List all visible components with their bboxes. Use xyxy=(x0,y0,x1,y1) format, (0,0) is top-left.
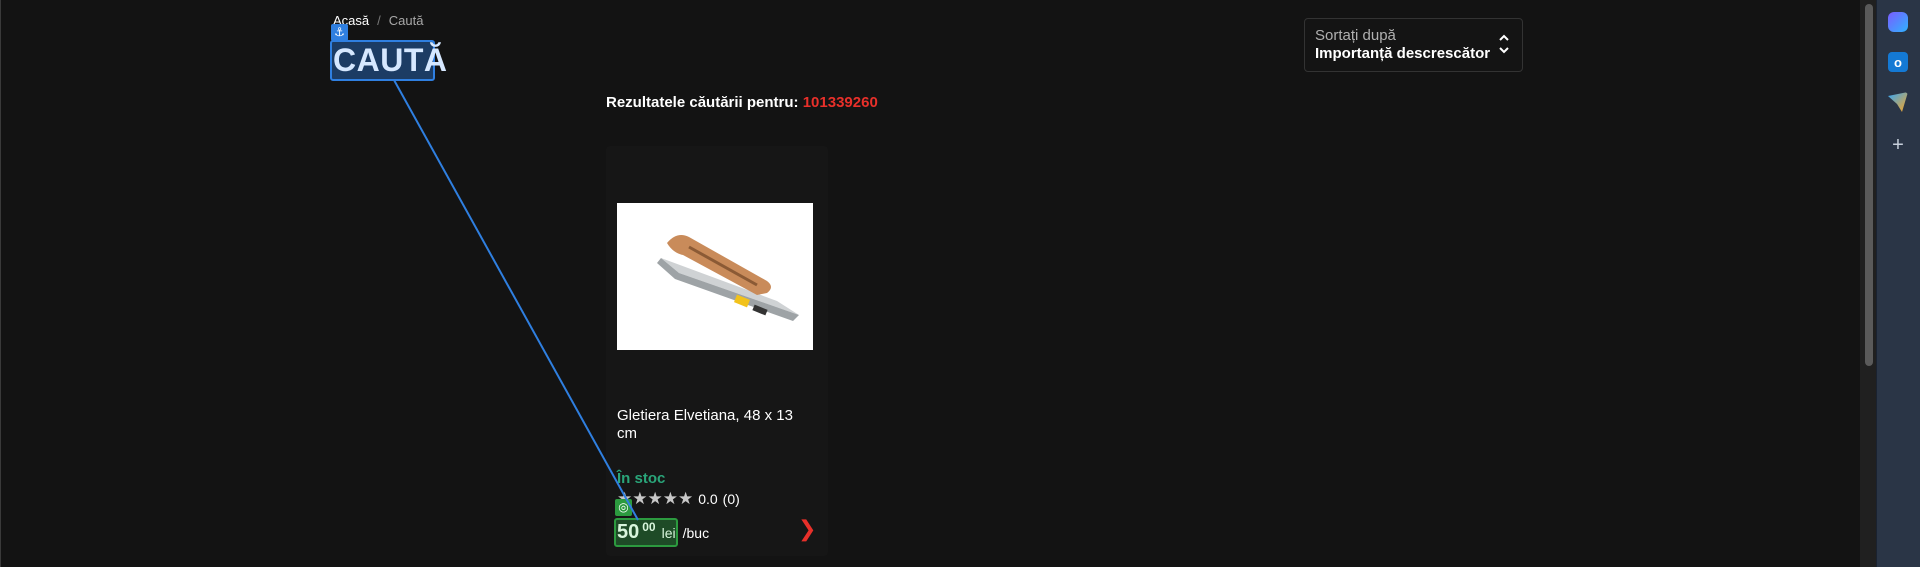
left-border xyxy=(0,0,1,567)
sort-value: Importanță descrescător xyxy=(1315,45,1491,62)
breadcrumb-current: Caută xyxy=(388,13,424,28)
page: Acasă / Caută CAUTĂ ⚓ Sortați după Impor… xyxy=(0,0,1920,567)
results-prefix: Rezultatele căutării pentru: xyxy=(606,94,799,111)
product-price: 50 00 lei /buc xyxy=(617,520,710,544)
add-icon[interactable]: + xyxy=(1888,134,1908,156)
product-rating: ★★★★★ 0.0 (0) xyxy=(617,489,740,509)
sort-dropdown[interactable]: Sortați după Importanță descrescător xyxy=(1304,18,1523,72)
sort-label: Sortați după xyxy=(1315,27,1396,44)
outlook-icon[interactable]: o xyxy=(1888,52,1908,72)
breadcrumb-separator: / xyxy=(377,13,381,28)
page-title: CAUTĂ xyxy=(333,42,448,78)
price-unit: /buc xyxy=(682,525,710,541)
chevron-right-icon[interactable]: ❯ xyxy=(798,516,816,542)
scrollbar-thumb[interactable] xyxy=(1865,4,1873,366)
copilot-icon[interactable] xyxy=(1888,12,1908,32)
price-currency: lei xyxy=(661,525,676,541)
browser-sidebar xyxy=(1876,0,1920,567)
search-query: 101339260 xyxy=(802,94,878,111)
product-image[interactable] xyxy=(617,203,813,350)
stock-status: În stoc xyxy=(617,470,666,487)
search-results-heading: Rezultatele căutării pentru: 101339260 xyxy=(606,94,878,111)
anchor-icon: ⚓ xyxy=(331,24,348,41)
rating-count: (0) xyxy=(722,491,740,507)
sort-chevron-icon xyxy=(1498,33,1510,57)
product-name[interactable]: Gletiera Elvetiana, 48 x 13 cm xyxy=(617,407,813,443)
connector-line xyxy=(393,79,639,521)
price-integer: 50 xyxy=(617,521,640,543)
price-decimal: 00 xyxy=(642,520,656,534)
target-icon: ◎ xyxy=(615,499,632,516)
sidebar-divider xyxy=(1876,0,1877,567)
rating-value: 0.0 xyxy=(698,491,718,507)
